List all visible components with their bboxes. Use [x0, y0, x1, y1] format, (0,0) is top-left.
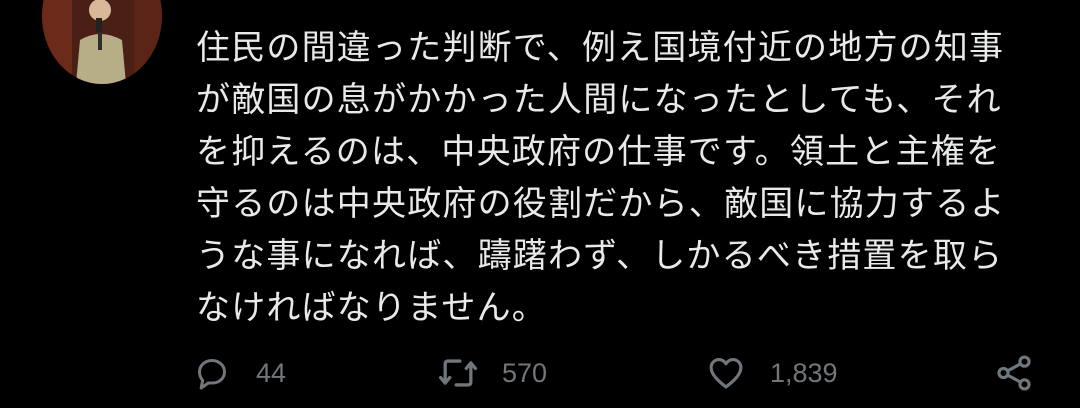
tweet-text-line: うな事になれば、躊躇わず、しかるべき措置を取ら [196, 236, 1004, 276]
share-button[interactable] [992, 350, 1036, 396]
reply-count: 44 [256, 357, 287, 388]
retweet-count: 570 [502, 357, 548, 388]
retweet-button[interactable]: 570 [436, 350, 547, 396]
like-count: 1,839 [770, 357, 838, 388]
tweet-text-line: が敵国の息がかかった人間になったとしても、それ [196, 80, 1002, 120]
tweet-text-line: なければなりません。 [196, 288, 547, 328]
tweet-action-bar: 44 570 1,839 [190, 350, 1050, 396]
reply-button[interactable]: 44 [190, 350, 286, 396]
tweet-text-line: 守るのは中央政府の役割だから、敵国に協力するよ [196, 184, 1006, 224]
tweet-text-line: 住民の間違った判断で、例え国境付近の地方の知事 [196, 28, 1005, 68]
share-icon [992, 351, 1036, 395]
tweet-text: 住民の間違った判断で、例え国境付近の地方の知事 が敵国の息がかかった人間になった… [196, 22, 1056, 334]
avatar[interactable] [42, 0, 162, 84]
tweet-text-line: を抑えるのは、中央政府の仕事です。領土と主権を [196, 132, 1002, 172]
like-button[interactable]: 1,839 [704, 350, 838, 396]
avatar-photo [42, 0, 162, 84]
reply-icon [190, 351, 234, 395]
retweet-icon [436, 351, 480, 395]
heart-icon [704, 351, 748, 395]
